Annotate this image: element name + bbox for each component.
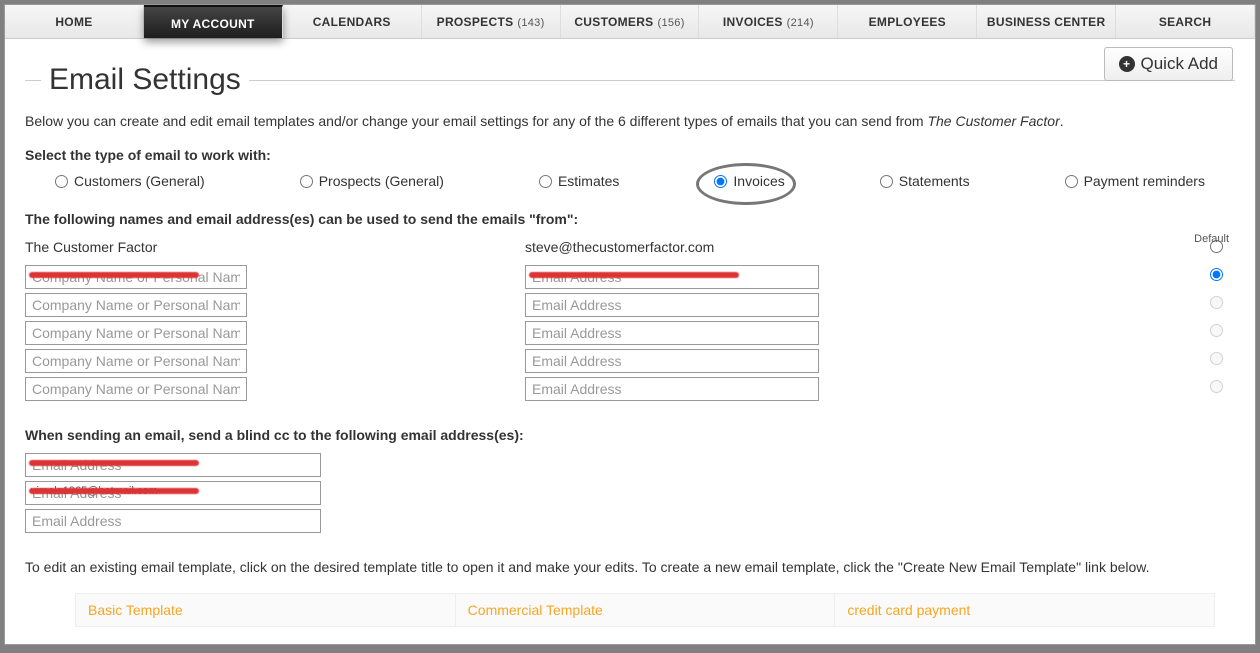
bcc-input-1[interactable] [25, 453, 321, 477]
bcc-input-3[interactable] [25, 509, 321, 533]
from-email-input-3[interactable] [525, 321, 819, 345]
radio-statements[interactable]: Statements [880, 173, 970, 189]
nav-home[interactable]: HOME [5, 5, 144, 38]
from-heading: The following names and email address(es… [25, 211, 1235, 227]
from-static-email: steve@thecustomerfactor.com [525, 237, 1165, 261]
from-name-input-4[interactable] [25, 349, 247, 373]
from-name-input-2[interactable] [25, 293, 247, 317]
default-radio-4[interactable] [1210, 352, 1223, 365]
default-radio-1[interactable] [1210, 268, 1223, 281]
default-column-label: Default [1194, 233, 1229, 245]
quick-add-label: Quick Add [1141, 54, 1219, 74]
default-radio-3[interactable] [1210, 324, 1223, 337]
template-note: To edit an existing email template, clic… [25, 559, 1235, 575]
nav-search[interactable]: SEARCH [1116, 5, 1255, 38]
radio-invoices[interactable]: Invoices [714, 173, 784, 189]
from-static-name: The Customer Factor [25, 237, 525, 261]
select-type-label: Select the type of email to work with: [25, 147, 1235, 163]
from-email-input-4[interactable] [525, 349, 819, 373]
nav-invoices[interactable]: INVOICES(214) [699, 5, 838, 38]
template-credit-card[interactable]: credit card payment [835, 593, 1215, 627]
radio-reminders[interactable]: Payment reminders [1065, 173, 1205, 189]
from-name-input-1[interactable] [25, 265, 247, 289]
template-basic[interactable]: Basic Template [75, 593, 456, 627]
radio-prospects[interactable]: Prospects (General) [300, 173, 444, 189]
plus-icon: + [1119, 56, 1135, 72]
from-email-input-1[interactable] [525, 265, 819, 289]
from-name-input-5[interactable] [25, 377, 247, 401]
quick-add-button[interactable]: + Quick Add [1104, 47, 1234, 81]
from-email-input-5[interactable] [525, 377, 819, 401]
from-name-input-3[interactable] [25, 321, 247, 345]
nav-calendars[interactable]: CALENDARS [283, 5, 422, 38]
email-type-radios: Customers (General) Prospects (General) … [25, 173, 1235, 189]
nav-business-center[interactable]: BUSINESS CENTER [977, 5, 1116, 38]
nav-employees[interactable]: EMPLOYEES [838, 5, 977, 38]
nav-customers[interactable]: CUSTOMERS(156) [561, 5, 700, 38]
nav-prospects[interactable]: PROSPECTS(143) [422, 5, 561, 38]
page-title: Email Settings [41, 63, 249, 97]
main-nav: HOME MY ACCOUNT CALENDARS PROSPECTS(143)… [5, 5, 1255, 39]
template-commercial[interactable]: Commercial Template [456, 593, 836, 627]
from-email-input-2[interactable] [525, 293, 819, 317]
default-radio-5[interactable] [1210, 380, 1223, 393]
nav-my-account[interactable]: MY ACCOUNT [144, 5, 283, 38]
template-row: Basic Template Commercial Template credi… [75, 593, 1215, 627]
intro-text: Below you can create and edit email temp… [25, 113, 1235, 129]
radio-estimates[interactable]: Estimates [539, 173, 619, 189]
radio-customers[interactable]: Customers (General) [55, 173, 205, 189]
default-radio-2[interactable] [1210, 296, 1223, 309]
bcc-input-2[interactable] [25, 481, 321, 505]
bcc-heading: When sending an email, send a blind cc t… [25, 427, 1235, 443]
